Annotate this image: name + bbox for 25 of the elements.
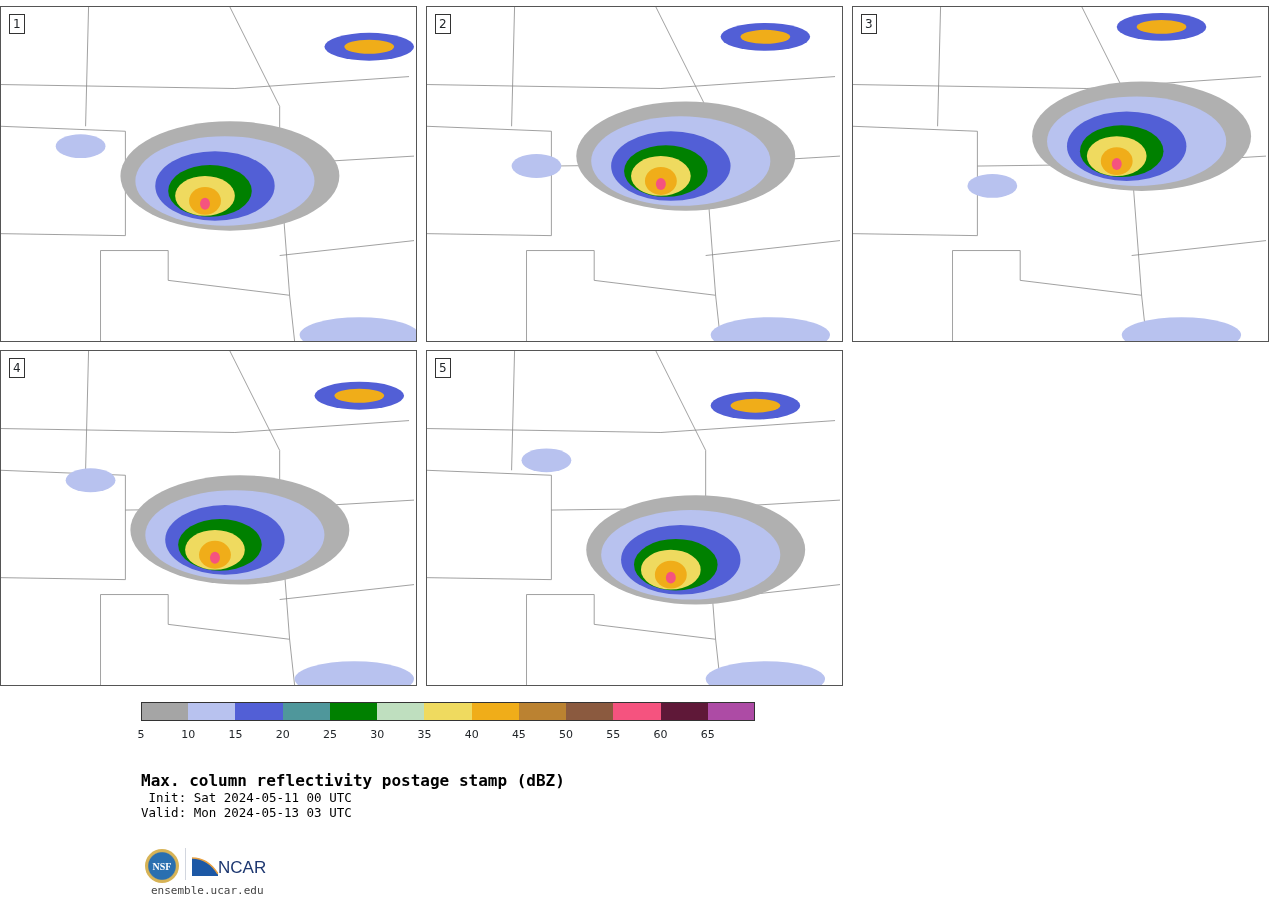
panel-number: 3: [861, 14, 877, 34]
tick-label: 5: [137, 727, 145, 743]
panel-number: 1: [9, 14, 25, 34]
tick-label: 35: [417, 727, 432, 743]
tick-label: 65: [700, 727, 715, 743]
tick-label: 45: [511, 727, 526, 743]
tick-label: 40: [464, 727, 479, 743]
panel-number: 5: [435, 358, 451, 378]
tick-label: 15: [228, 727, 243, 743]
tick-label: 30: [370, 727, 385, 743]
ncar-logo-text: NCAR: [218, 859, 267, 876]
valid-time: Valid: Mon 2024-05-13 03 UTC: [141, 805, 353, 820]
tick-label: 55: [606, 727, 621, 743]
tick-label: 20: [275, 727, 290, 743]
init-time: Init: Sat 2024-05-11 00 UTC: [147, 790, 353, 805]
tick-label: 60: [653, 727, 668, 743]
tick-label: 25: [322, 727, 337, 743]
tick-label: 50: [559, 727, 574, 743]
panel-number: 4: [9, 358, 25, 378]
panel-number: 2: [435, 14, 451, 34]
swoosh-icon: [192, 856, 218, 876]
chart-title: Max. column reflectivity postage stamp (dBZ): [141, 771, 566, 790]
nsf-logo: NSF: [145, 849, 179, 883]
tick-label: 10: [181, 727, 196, 743]
website-url: ensemble.ucar.edu: [151, 884, 265, 897]
